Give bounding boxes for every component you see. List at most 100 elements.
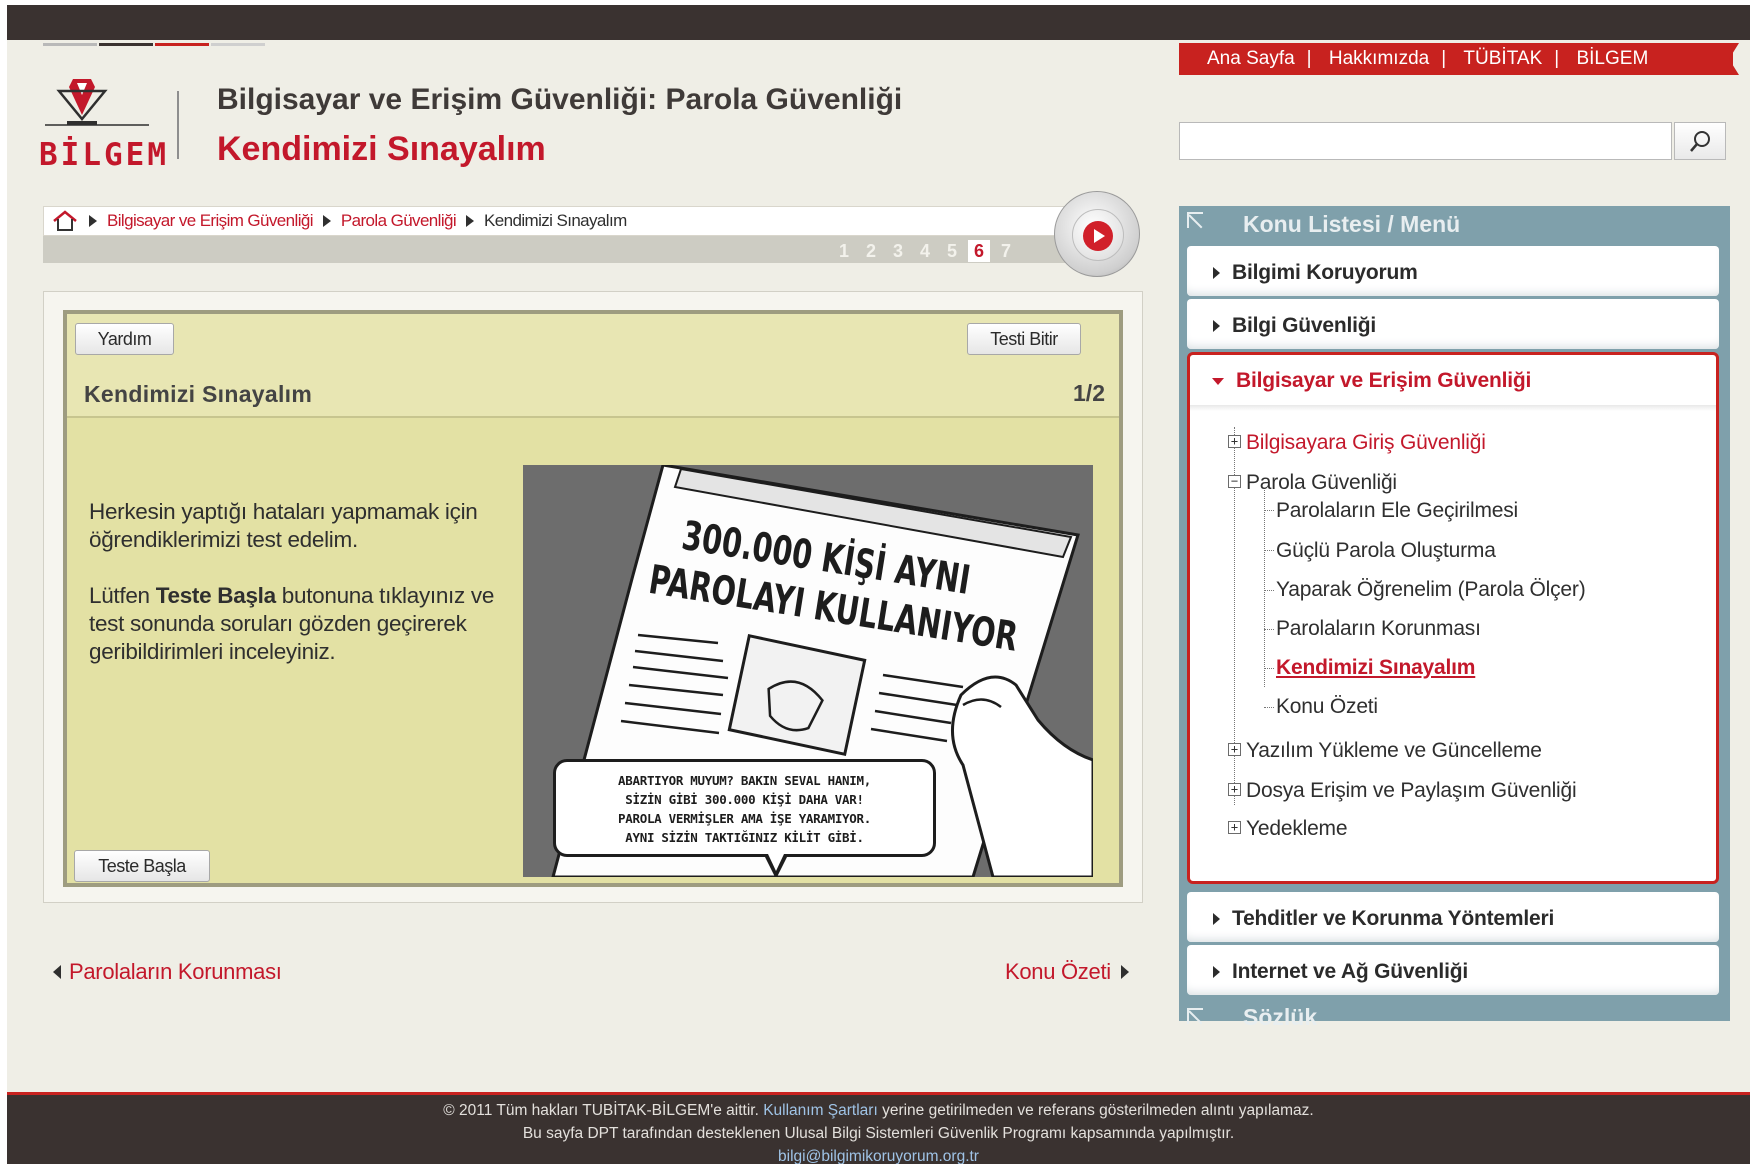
- chevron-left-icon: [53, 965, 61, 979]
- tree-line: [1264, 629, 1274, 630]
- page-frame: BİLGEM Bilgisayar ve Erişim Güvenliği: P…: [7, 5, 1750, 1164]
- play-icon: [1083, 221, 1113, 251]
- terms-link[interactable]: Kullanım Şartları: [763, 1102, 878, 1119]
- play-button[interactable]: [1072, 209, 1124, 261]
- tree-child-summary[interactable]: Konu Özeti: [1276, 695, 1378, 719]
- footer-line-2: Bu sayfa DPT tarafından desteklenen Ulus…: [522, 1125, 1235, 1142]
- quiz-instructions: Herkesin yaptığı hataları yapmamak için …: [89, 498, 529, 694]
- tree-child-strong-password[interactable]: Güçlü Parola Oluşturma: [1276, 539, 1496, 563]
- chevron-down-icon: [1212, 378, 1224, 385]
- tree-child-password-capture[interactable]: Parolaların Ele Geçirilmesi: [1276, 499, 1518, 523]
- page-2[interactable]: 2: [860, 240, 882, 262]
- footer-line-1: © 2011 Tüm hakları TUBİTAK-BİLGEM'e aitt…: [7, 1099, 1750, 1122]
- prev-page-label[interactable]: Parolaların Korunması: [69, 959, 282, 985]
- expand-plus-icon[interactable]: +: [1228, 783, 1241, 796]
- tree-node-password-security[interactable]: Parola Güvenliği: [1246, 471, 1397, 495]
- speech-line: AYNI SİZİN TAKTIĞINIZ KİLİT GİBİ.: [625, 830, 864, 845]
- page-numbers: 1 2 3 4 5 6 7: [833, 240, 1022, 262]
- menu-item-computer-access-security[interactable]: Bilgisayar ve Erişim Güvenliği: [1212, 369, 1531, 393]
- instructions-text: Lütfen: [89, 583, 156, 608]
- quiz-title: Kendimizi Sınayalım: [84, 381, 313, 407]
- expand-plus-icon[interactable]: +: [1228, 435, 1241, 448]
- next-page-label[interactable]: Konu Özeti: [1005, 959, 1111, 985]
- menu-item-label: Bilgi Güvenliği: [1232, 314, 1377, 337]
- page-subtitle: Kendimizi Sınayalım: [217, 130, 546, 168]
- media-player-control[interactable]: [1054, 191, 1140, 277]
- breadcrumb-item-password-security[interactable]: Parola Güvenliği: [341, 211, 457, 231]
- newspaper-comic-illustration: 300.000 KİŞİ AYNI PAROLAYI KULLANIYOR AB…: [523, 465, 1093, 877]
- instructions-paragraph-2: Lütfen Teste Başla butonuna tıklayınız v…: [89, 582, 529, 666]
- tree-node-backup[interactable]: Yedekleme: [1246, 817, 1348, 841]
- top-links-tail: [1729, 43, 1739, 75]
- tree-line: [1264, 490, 1265, 687]
- menu-item-internet-network[interactable]: Internet ve Ağ Güvenliği: [1187, 945, 1719, 995]
- link-tubitak[interactable]: TÜBİTAK: [1463, 48, 1542, 70]
- tree-child-self-test-current[interactable]: Kendimizi Sınayalım: [1276, 656, 1475, 680]
- instructions-bold: Teste Başla: [155, 583, 276, 608]
- breadcrumb-arrow: [89, 215, 97, 227]
- chevron-right-icon: [1213, 267, 1220, 279]
- breadcrumb-arrow: [322, 215, 331, 227]
- page-6-current[interactable]: 6: [968, 240, 990, 262]
- quiz-panel: Yardım Testi Bitir Kendimizi Sınayalım 1…: [63, 310, 1123, 887]
- expand-icon[interactable]: [1187, 1008, 1203, 1024]
- top-bar: [7, 5, 1750, 40]
- menu-item-threats[interactable]: Tehditler ve Korunma Yöntemleri: [1187, 892, 1719, 942]
- tree-line: [1264, 510, 1274, 511]
- menu-item-label: Tehditler ve Korunma Yöntemleri: [1232, 907, 1555, 930]
- tree-node-software-updates[interactable]: Yazılım Yükleme ve Güncelleme: [1246, 739, 1542, 763]
- speech-line: PAROLA VERMİŞLER AMA İŞE YARAMIYOR.: [618, 811, 871, 826]
- tree-line: [1264, 668, 1274, 669]
- expand-icon[interactable]: [1187, 212, 1203, 228]
- page-5[interactable]: 5: [941, 240, 963, 262]
- collapse-minus-icon[interactable]: −: [1228, 475, 1241, 488]
- prev-page-link[interactable]: Parolaların Korunması: [53, 959, 282, 985]
- menu-item-bilgi-guvenligi[interactable]: Bilgi Güvenliği: [1187, 299, 1719, 349]
- tree-line: [1264, 590, 1274, 591]
- page-3[interactable]: 3: [887, 240, 909, 262]
- sidebar-title-text: Konu Listesi / Menü: [1243, 211, 1461, 237]
- search-button[interactable]: [1674, 122, 1726, 160]
- menu-item-label: Internet ve Ağ Güvenliği: [1232, 960, 1468, 983]
- chevron-right-icon: [1213, 913, 1220, 925]
- menu-item-label: Bilgimi Koruyorum: [1232, 261, 1418, 284]
- footer-text: yerine getirilmeden ve referans gösteril…: [877, 1102, 1314, 1119]
- logo-text: BİLGEM: [39, 137, 169, 173]
- page-1[interactable]: 1: [833, 240, 855, 262]
- comic-speech-bubble: ABARTIYOR MUYUM? BAKIN SEVAL HANIM, SİZİ…: [553, 759, 936, 857]
- bilgem-logo[interactable]: BİLGEM: [37, 75, 166, 175]
- menu-item-bilgimi-koruyorum[interactable]: Bilgimi Koruyorum: [1187, 246, 1719, 296]
- menu-item-expanded: Bilgisayar ve Erişim Güvenliği + Bilgisa…: [1187, 352, 1719, 884]
- link-about[interactable]: Hakkımızda: [1329, 48, 1429, 70]
- link-bilgem[interactable]: BİLGEM: [1576, 48, 1648, 70]
- link-home[interactable]: Ana Sayfa: [1207, 48, 1295, 70]
- tree-node-login-security[interactable]: Bilgisayara Giriş Güvenliği: [1246, 431, 1486, 455]
- start-test-button[interactable]: Teste Başla: [74, 850, 210, 882]
- page-4[interactable]: 4: [914, 240, 936, 262]
- expand-plus-icon[interactable]: +: [1228, 743, 1241, 756]
- speech-bubble-tail-fill: [768, 854, 784, 871]
- footer-email-link[interactable]: bilgi@bilgimikoruyorum.org.tr: [7, 1145, 1750, 1164]
- next-page-link[interactable]: Konu Özeti: [1005, 959, 1129, 985]
- chevron-right-icon: [1213, 320, 1220, 332]
- tree-child-password-meter[interactable]: Yaparak Öğrenelim (Parola Ölçer): [1276, 578, 1586, 602]
- search-input[interactable]: [1179, 122, 1672, 160]
- top-links-bar: Ana Sayfa | Hakkımızda | TÜBİTAK | BİLGEM: [1179, 43, 1733, 75]
- tubitak-emblem-icon: [45, 79, 149, 126]
- chevron-right-icon: [1120, 965, 1129, 979]
- page-7[interactable]: 7: [995, 240, 1017, 262]
- breadcrumb: Bilgisayar ve Erişim Güvenliği Parola Gü…: [51, 210, 627, 232]
- help-button[interactable]: Yardım: [75, 323, 174, 355]
- tree-line: [1264, 550, 1274, 551]
- finish-test-button[interactable]: Testi Bitir: [967, 323, 1081, 355]
- glossary-title: Sözlük: [1243, 1004, 1318, 1030]
- sidebar-title[interactable]: Konu Listesi / Menü: [1179, 206, 1730, 240]
- topic-menu-sidebar: Konu Listesi / Menü Bilgimi Koruyorum Bi…: [1179, 206, 1730, 1030]
- expand-plus-icon[interactable]: +: [1228, 821, 1241, 834]
- glossary-header[interactable]: Sözlük: [1179, 1002, 1730, 1032]
- tree-node-file-access[interactable]: Dosya Erişim ve Paylaşım Güvenliği: [1246, 779, 1577, 803]
- home-icon[interactable]: [51, 210, 79, 232]
- breadcrumb-item-computer-access-security[interactable]: Bilgisayar ve Erişim Güvenliği: [107, 211, 314, 231]
- tree-child-password-protection[interactable]: Parolaların Korunması: [1276, 617, 1481, 641]
- play-triangle: [1094, 229, 1105, 243]
